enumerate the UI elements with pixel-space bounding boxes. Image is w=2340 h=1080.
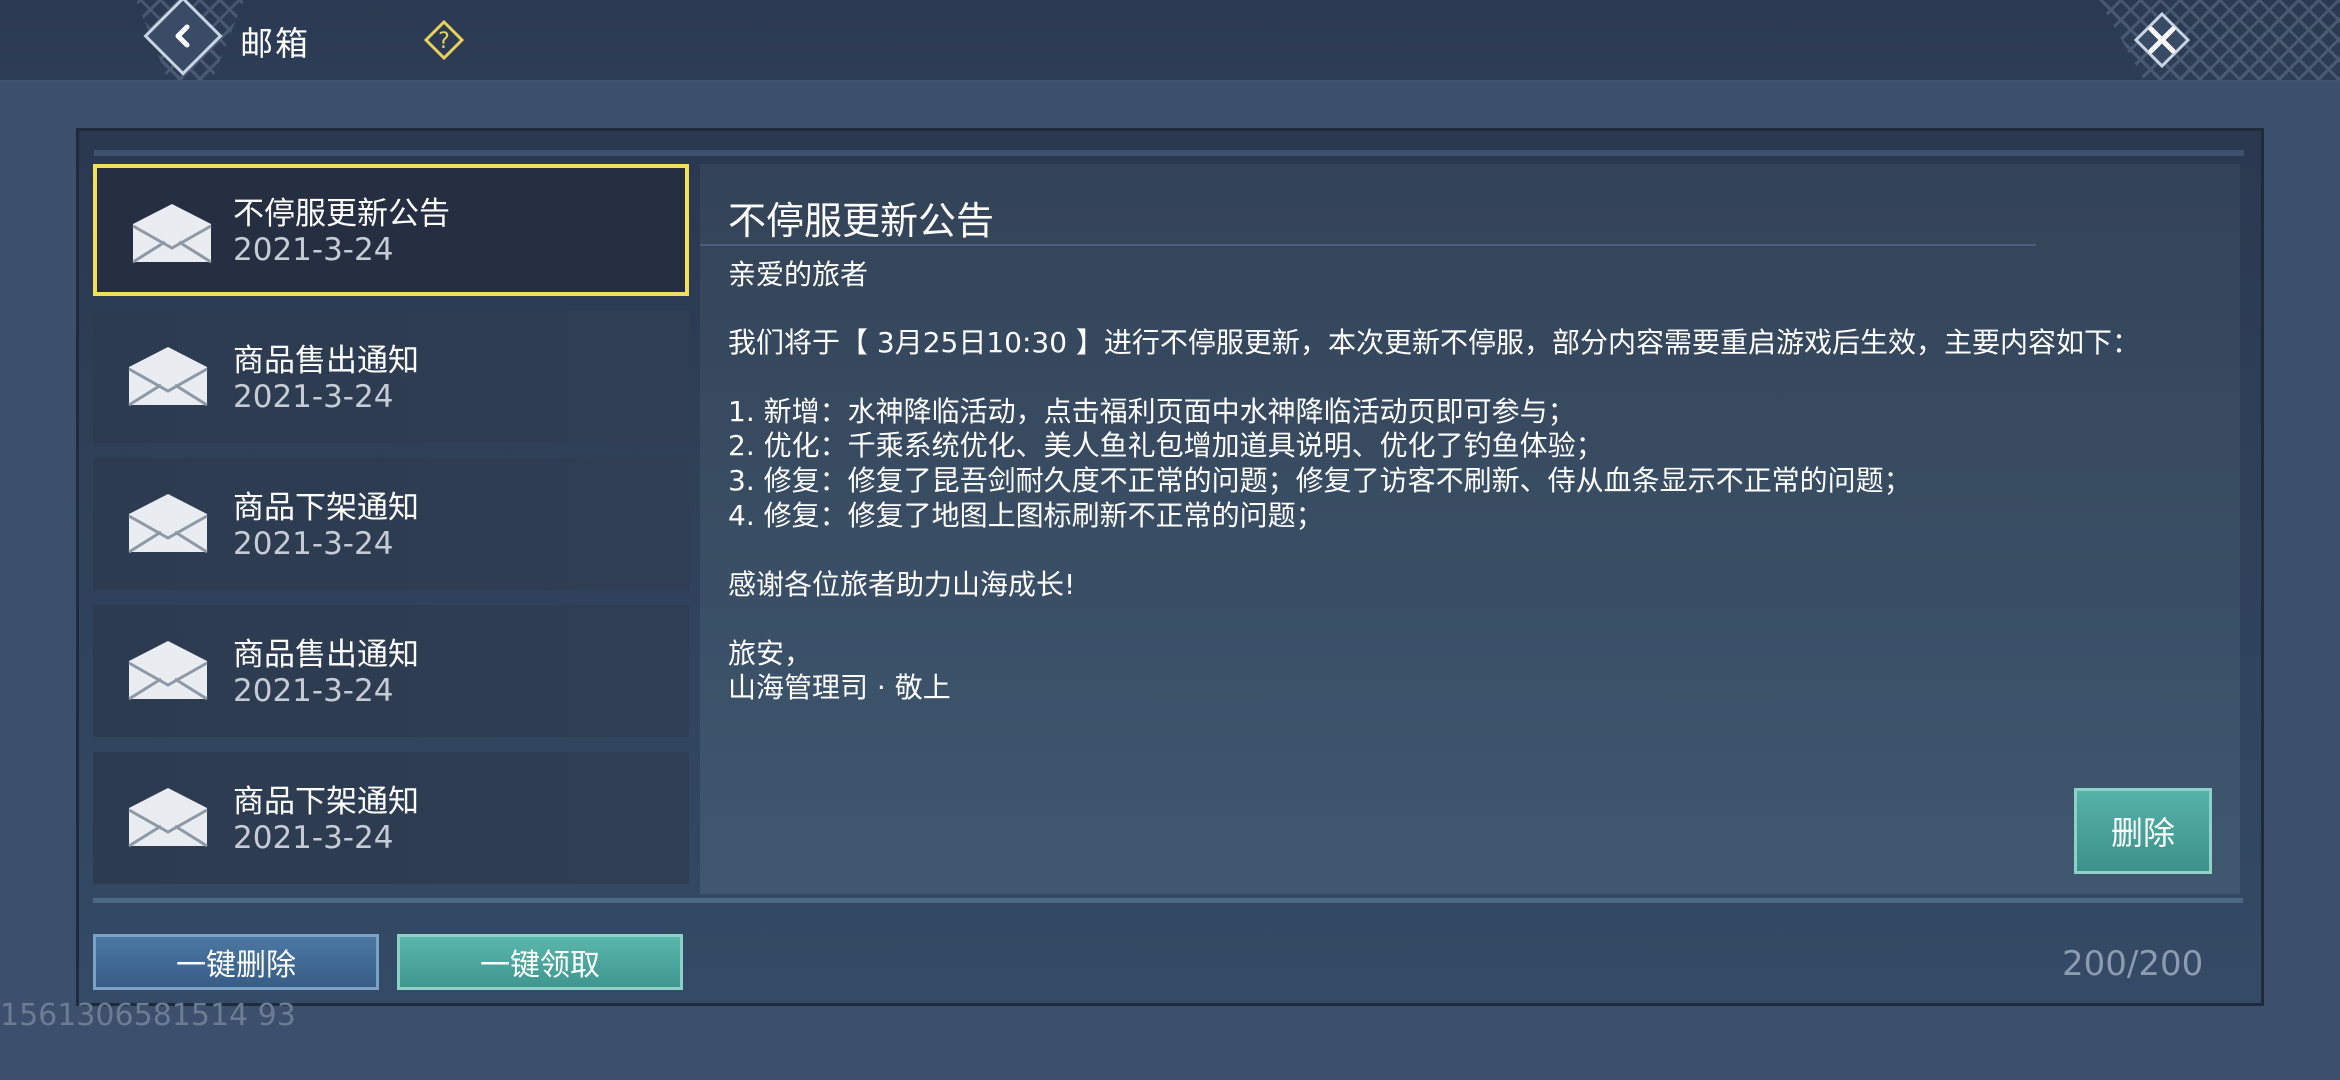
mail-greeting: 亲爱的旅者	[728, 258, 869, 291]
mail-date: 2021-3-24	[233, 379, 394, 415]
claim-all-button[interactable]: 一键领取	[397, 934, 683, 990]
mail-count: 200/200	[2062, 944, 2204, 984]
mail-signature: 山海管理司 · 敬上	[728, 671, 951, 704]
mail-subject: 不停服更新公告	[233, 196, 450, 232]
user-id: 1561306581514 93	[0, 998, 296, 1033]
mail-date: 2021-3-24	[233, 820, 394, 856]
envelope-icon	[128, 494, 208, 554]
mail-body-line: 我们将于【 3月25日10:30 】进行不停服更新，本次更新不停服，部分内容需要…	[728, 326, 2140, 359]
mail-list-item[interactable]: 不停服更新公告 2021-3-24	[93, 164, 689, 296]
close-icon[interactable]	[2132, 10, 2192, 70]
mail-date: 2021-3-24	[233, 232, 394, 268]
mail-list-item[interactable]: 商品售出通知 2021-3-24	[93, 605, 689, 737]
mail-subject: 商品售出通知	[233, 343, 419, 379]
panel-divider	[94, 150, 2244, 156]
content-divider	[700, 244, 2036, 246]
mail-date: 2021-3-24	[233, 526, 394, 562]
mail-body-line: 4. 修复：修复了地图上图标刷新不正常的问题；	[728, 499, 1324, 532]
svg-text:?: ?	[438, 29, 450, 54]
mail-list-item[interactable]: 商品下架通知 2021-3-24	[93, 458, 689, 590]
mail-subject: 商品下架通知	[233, 784, 419, 820]
delete-button[interactable]: 删除	[2074, 788, 2212, 874]
envelope-icon	[128, 641, 208, 701]
mail-date: 2021-3-24	[233, 673, 394, 709]
question-icon[interactable]: ?	[424, 20, 464, 60]
mail-body-line: 3. 修复：修复了昆吾剑耐久度不正常的问题；修复了访客不刷新、侍从血条显示不正常…	[728, 464, 1912, 497]
mail-list-item[interactable]: 商品售出通知 2021-3-24	[93, 311, 689, 443]
back-arrow-icon	[175, 24, 190, 48]
envelope-icon	[128, 788, 208, 848]
delete-all-button[interactable]: 一键删除	[93, 934, 379, 990]
mail-body-line: 2. 优化：千乘系统优化、美人鱼礼包增加道具说明、优化了钓鱼体验；	[728, 429, 1604, 462]
mail-body-line: 感谢各位旅者助力山海成长!	[728, 568, 1076, 601]
corner-decoration	[2088, 0, 2340, 80]
mail-subject: 商品下架通知	[233, 490, 419, 526]
envelope-icon	[128, 347, 208, 407]
page-title: 邮箱	[240, 24, 310, 63]
mail-subject: 商品售出通知	[233, 637, 419, 673]
mail-list-item[interactable]: 商品下架通知 2021-3-24	[93, 752, 689, 884]
list-divider	[93, 898, 2243, 903]
top-bar	[0, 0, 2340, 82]
mail-content-title: 不停服更新公告	[728, 199, 995, 243]
envelope-icon	[132, 204, 212, 264]
